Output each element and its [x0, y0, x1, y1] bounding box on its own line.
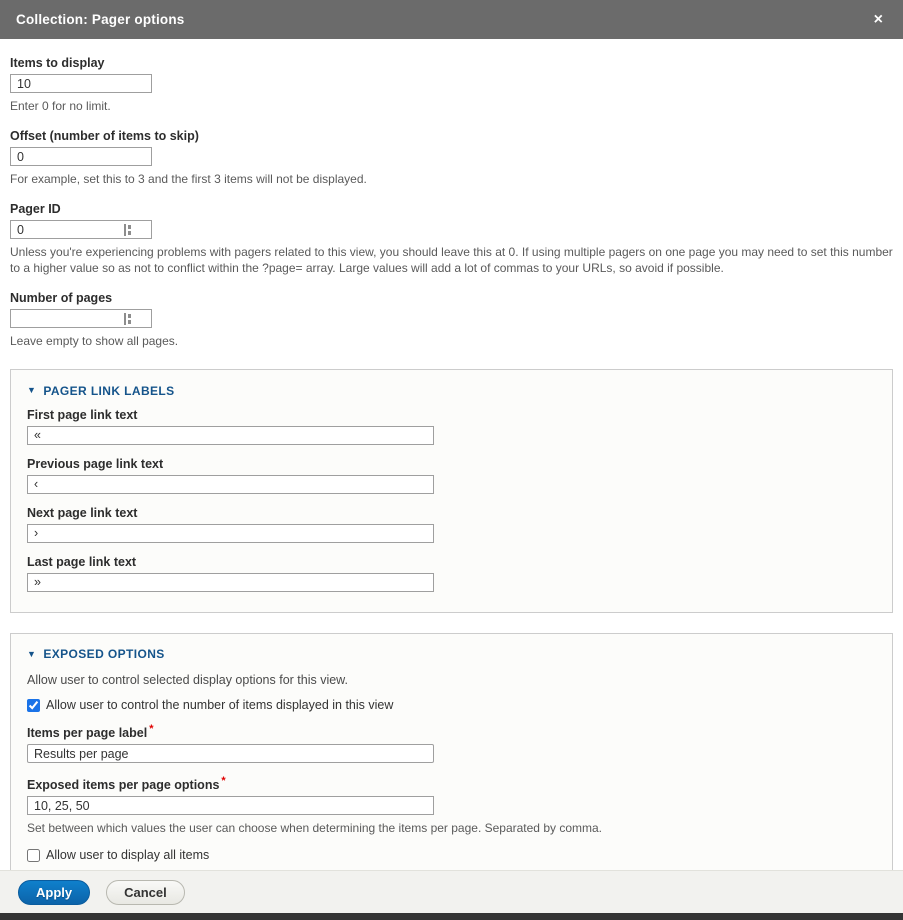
items-per-page-label-text: Items per page label [27, 726, 147, 740]
exposed-items-options-input[interactable] [27, 796, 434, 815]
next-page-link-text-label: Next page link text [27, 506, 876, 520]
pager-id-label: Pager ID [10, 202, 893, 216]
next-page-link-text-input[interactable] [27, 524, 434, 543]
required-asterisk: * [149, 723, 153, 735]
chevron-down-icon: ▼ [27, 386, 36, 395]
required-asterisk: * [221, 775, 225, 787]
first-page-link-text-field: First page link text [27, 408, 876, 445]
exposed-items-options-description: Set between which values the user can ch… [27, 820, 876, 836]
pager-id-field: Pager ID Unless you're experiencing prob… [10, 202, 893, 276]
pager-options-dialog: Collection: Pager options × Items to dis… [0, 0, 903, 920]
number-of-pages-field: Number of pages Leave empty to show all … [10, 291, 893, 349]
last-page-link-text-input[interactable] [27, 573, 434, 592]
previous-page-link-text-input[interactable] [27, 475, 434, 494]
exposed-options-summary[interactable]: ▼ EXPOSED OPTIONS [27, 647, 165, 661]
page-background-strip [0, 913, 903, 920]
first-page-link-text-input[interactable] [27, 426, 434, 445]
pager-id-input[interactable] [10, 220, 152, 239]
items-to-display-description: Enter 0 for no limit. [10, 98, 893, 114]
apply-button[interactable]: Apply [18, 880, 90, 905]
exposed-items-options-field: Exposed items per page options* Set betw… [27, 775, 876, 836]
dialog-body: Items to display Enter 0 for no limit. O… [0, 39, 903, 920]
chevron-down-icon: ▼ [27, 650, 36, 659]
items-per-page-label-field: Items per page label* [27, 723, 876, 763]
items-to-display-label: Items to display [10, 56, 893, 70]
exposed-options-summary-label: EXPOSED OPTIONS [43, 647, 164, 661]
offset-input[interactable] [10, 147, 152, 166]
last-page-link-text-field: Last page link text [27, 555, 876, 592]
dialog-footer: Apply Cancel [0, 870, 903, 913]
display-all-checkbox-label: Allow user to display all items [46, 848, 209, 862]
items-per-page-label-input[interactable] [27, 744, 434, 763]
dialog-titlebar: Collection: Pager options × [0, 0, 903, 39]
items-to-display-field: Items to display Enter 0 for no limit. [10, 56, 893, 114]
dialog-title: Collection: Pager options [16, 12, 870, 27]
pager-link-labels-summary[interactable]: ▼ PAGER LINK LABELS [27, 384, 175, 398]
control-items-checkbox[interactable] [27, 699, 40, 712]
cancel-button[interactable]: Cancel [106, 880, 185, 905]
display-all-checkbox-row: Allow user to display all items [27, 848, 876, 862]
close-icon[interactable]: × [870, 10, 887, 30]
exposed-items-options-label-text: Exposed items per page options [27, 778, 219, 792]
offset-description: For example, set this to 3 and the first… [10, 171, 893, 187]
previous-page-link-text-field: Previous page link text [27, 457, 876, 494]
control-items-checkbox-label: Allow user to control the number of item… [46, 698, 393, 712]
control-items-checkbox-row: Allow user to control the number of item… [27, 698, 876, 712]
number-of-pages-label: Number of pages [10, 291, 893, 305]
number-of-pages-description: Leave empty to show all pages. [10, 333, 893, 349]
pager-id-description: Unless you're experiencing problems with… [10, 244, 893, 276]
previous-page-link-text-label: Previous page link text [27, 457, 876, 471]
exposed-options-description: Allow user to control selected display o… [27, 673, 876, 687]
items-per-page-label-label: Items per page label* [27, 723, 876, 740]
display-all-checkbox[interactable] [27, 849, 40, 862]
pager-link-labels-fieldset: ▼ PAGER LINK LABELS First page link text… [10, 369, 893, 613]
offset-field: Offset (number of items to skip) For exa… [10, 129, 893, 187]
exposed-items-options-label: Exposed items per page options* [27, 775, 876, 792]
offset-label: Offset (number of items to skip) [10, 129, 893, 143]
number-of-pages-input[interactable] [10, 309, 152, 328]
pager-link-labels-summary-label: PAGER LINK LABELS [43, 384, 174, 398]
first-page-link-text-label: First page link text [27, 408, 876, 422]
next-page-link-text-field: Next page link text [27, 506, 876, 543]
items-to-display-input[interactable] [10, 74, 152, 93]
last-page-link-text-label: Last page link text [27, 555, 876, 569]
